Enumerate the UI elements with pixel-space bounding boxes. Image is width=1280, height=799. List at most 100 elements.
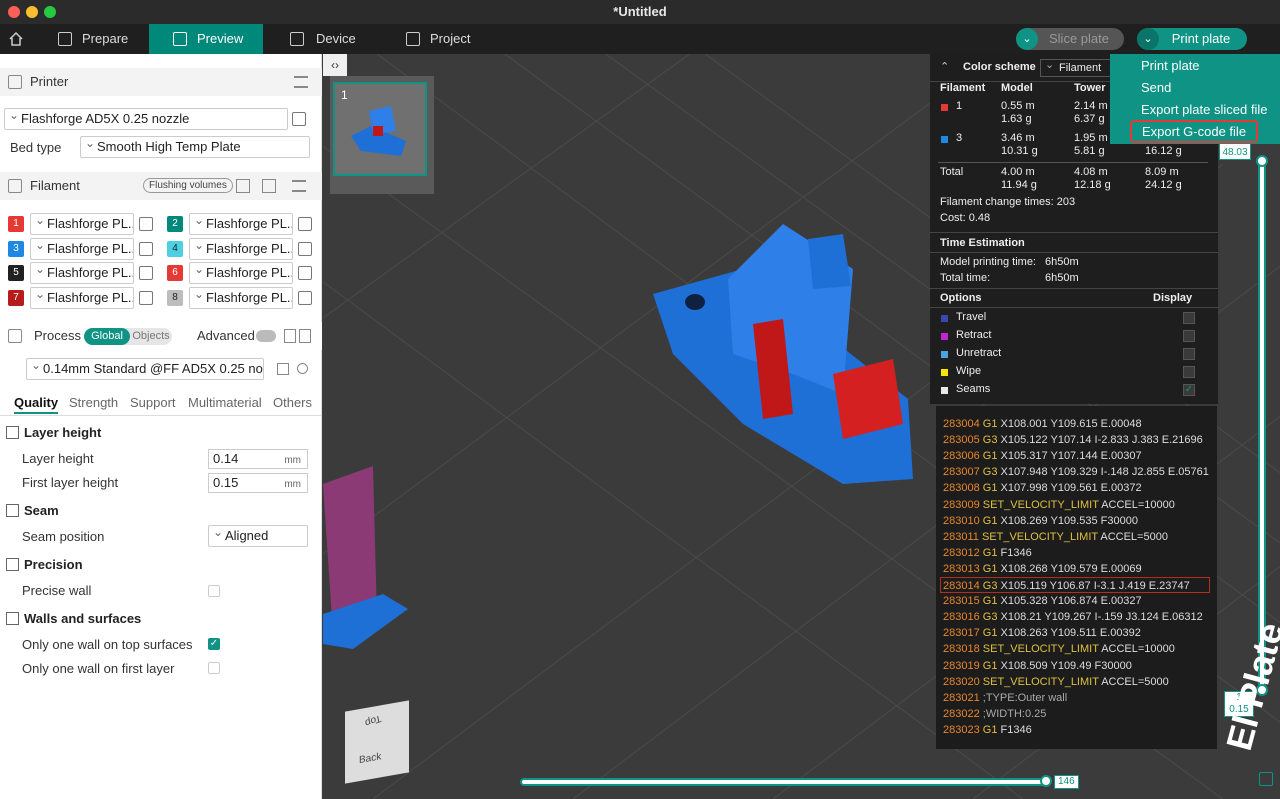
gcode-line[interactable]: 283021 ;TYPE:Outer wall — [943, 690, 1067, 706]
one-wall-top-checkbox[interactable]: ✓ — [208, 638, 220, 650]
objects-toggle[interactable]: Objects — [130, 328, 172, 345]
collapse-legend-icon[interactable]: ⌃ — [940, 60, 949, 73]
edit-filament-6-icon[interactable] — [298, 266, 312, 280]
home-icon[interactable] — [8, 31, 24, 47]
global-toggle[interactable]: Global — [84, 328, 130, 345]
layer-height-input[interactable]: 0.14 mm — [208, 449, 308, 469]
cube-top-face[interactable]: Top — [364, 712, 382, 728]
navigation-cube[interactable]: Top Back — [345, 700, 409, 784]
bed-type-select[interactable]: Smooth High Temp Plate — [80, 136, 310, 158]
filament-4-select[interactable]: Flashforge PL... — [189, 237, 293, 260]
gcode-line[interactable]: 283006 G1 X105.317 Y107.144 E.00307 — [943, 448, 1142, 464]
seam-position-select[interactable]: Aligned — [208, 525, 308, 547]
gcode-line[interactable]: 283013 G1 X108.268 Y109.579 E.00069 — [943, 561, 1142, 577]
one-wall-first-checkbox[interactable] — [208, 662, 220, 674]
gcode-line[interactable]: 283023 G1 F1346 — [943, 722, 1032, 738]
move-slider-handle[interactable] — [1040, 775, 1052, 787]
tab-others[interactable]: Others — [273, 395, 312, 410]
menu-export-gcode[interactable]: Export G-code file — [1130, 120, 1259, 143]
edit-printer-icon[interactable] — [292, 112, 306, 126]
process-scope-toggle[interactable]: Global Objects — [84, 328, 172, 345]
menu-export-plate-sliced[interactable]: Export plate sliced file — [1141, 102, 1267, 117]
gcode-line[interactable]: 283020 SET_VELOCITY_LIMIT ACCEL=5000 — [943, 674, 1169, 690]
ab-icon[interactable] — [299, 329, 311, 343]
edit-filament-4-icon[interactable] — [298, 241, 312, 256]
slice-plate-button[interactable]: ⌄ Slice plate — [1016, 28, 1124, 50]
filament-4-swatch[interactable]: 4 — [167, 240, 183, 257]
option-display-checkbox[interactable] — [1183, 330, 1195, 342]
menu-send[interactable]: Send — [1141, 80, 1171, 95]
tab-project[interactable]: Project — [398, 24, 498, 54]
print-dropdown-icon[interactable]: ⌄ — [1137, 28, 1159, 50]
filament-2-swatch[interactable]: 2 — [167, 216, 183, 232]
tab-support[interactable]: Support — [130, 395, 176, 410]
gcode-line[interactable]: 283009 SET_VELOCITY_LIMIT ACCEL=10000 — [943, 497, 1175, 513]
slice-dropdown-icon[interactable]: ⌄ — [1016, 28, 1038, 50]
gcode-line[interactable]: 283017 G1 X108.263 Y109.511 E.00392 — [943, 625, 1141, 641]
edit-filament-5-icon[interactable] — [139, 266, 153, 280]
filament-6-swatch[interactable]: 6 — [167, 265, 183, 281]
edit-filament-7-icon[interactable] — [139, 290, 153, 305]
option-display-checkbox[interactable] — [1183, 348, 1195, 360]
printer-settings-icon[interactable] — [294, 76, 308, 88]
gcode-viewer[interactable]: 283004 G1 X108.001 Y109.615 E.00048 28300… — [936, 406, 1217, 749]
gcode-line[interactable]: 283022 ;WIDTH:0.25 — [943, 706, 1046, 722]
close-window-button[interactable] — [8, 6, 20, 18]
tab-multimaterial[interactable]: Multimaterial — [188, 395, 262, 410]
benchy-model[interactable] — [653, 224, 913, 484]
edit-filament-1-icon[interactable] — [139, 217, 153, 231]
tab-prepare[interactable]: Prepare — [50, 24, 149, 54]
gcode-line[interactable]: 283005 G3 X105.122 Y107.14 I-2.833 J.383… — [943, 432, 1203, 448]
filament-7-select[interactable]: Flashforge PL... — [30, 286, 134, 309]
search-icon[interactable] — [297, 363, 308, 374]
filament-5-swatch[interactable]: 5 — [8, 265, 24, 281]
filament-3-swatch[interactable]: 3 — [8, 240, 24, 257]
edit-filament-3-icon[interactable] — [139, 241, 153, 256]
filament-2-select[interactable]: Flashforge PL... — [189, 213, 293, 235]
collapse-panel-button[interactable]: ‹› — [323, 54, 347, 76]
gcode-line[interactable]: 283016 G3 X108.21 Y109.267 I-.159 J3.124… — [943, 609, 1203, 625]
maximize-window-button[interactable] — [44, 6, 56, 18]
filament-5-select[interactable]: Flashforge PL... — [30, 262, 134, 284]
layer-slider[interactable] — [1258, 157, 1266, 692]
move-slider[interactable] — [520, 778, 1048, 786]
gcode-line[interactable]: 283019 G1 X108.509 Y109.49 F30000 — [943, 658, 1132, 674]
precise-wall-checkbox[interactable] — [208, 585, 220, 597]
layer-slider-top-handle[interactable] — [1256, 155, 1268, 167]
filament-settings-icon[interactable] — [292, 180, 306, 192]
gcode-line[interactable]: 283014 G3 X105.119 Y106.87 I-3.1 J.419 E… — [940, 577, 1210, 593]
option-display-checkbox[interactable]: ✓ — [1183, 384, 1195, 396]
process-preset-select[interactable]: 0.14mm Standard @FF AD5X 0.25 nozz... — [26, 358, 264, 380]
edit-filament-2-icon[interactable] — [298, 217, 312, 231]
option-display-checkbox[interactable] — [1183, 366, 1195, 378]
filament-7-swatch[interactable]: 7 — [8, 289, 24, 306]
print-plate-button[interactable]: ⌄ Print plate — [1137, 28, 1247, 50]
gcode-line[interactable]: 283007 G3 X107.948 Y109.329 I-.148 J2.85… — [943, 464, 1209, 480]
gcode-line[interactable]: 283010 G1 X108.269 Y109.535 F30000 — [943, 513, 1138, 529]
tab-preview[interactable]: Preview — [149, 24, 263, 54]
edit-filament-8-icon[interactable] — [298, 290, 312, 305]
menu-print-plate[interactable]: Print plate — [1141, 58, 1200, 73]
minimize-window-button[interactable] — [26, 6, 38, 18]
filament-3-select[interactable]: Flashforge PL... — [30, 237, 134, 260]
filament-8-select[interactable]: Flashforge PL... — [189, 286, 293, 309]
remove-filament-icon[interactable] — [262, 179, 276, 193]
first-layer-height-input[interactable]: 0.15 mm — [208, 473, 308, 493]
gcode-line[interactable]: 283004 G1 X108.001 Y109.615 E.00048 — [943, 416, 1142, 432]
save-preset-icon[interactable] — [277, 363, 289, 375]
filament-6-select[interactable]: Flashforge PL... — [189, 262, 293, 284]
tab-strength[interactable]: Strength — [69, 395, 118, 410]
advanced-switch[interactable] — [256, 330, 276, 342]
gcode-line[interactable]: 283018 SET_VELOCITY_LIMIT ACCEL=10000 — [943, 641, 1175, 657]
gcode-line[interactable]: 283011 SET_VELOCITY_LIMIT ACCEL=5000 — [943, 529, 1168, 545]
compare-icon[interactable] — [284, 329, 296, 343]
layers-legend-icon[interactable] — [1259, 772, 1273, 786]
color-scheme-select[interactable]: ⌄ Filament — [1040, 59, 1112, 77]
printer-select[interactable]: Flashforge AD5X 0.25 nozzle — [4, 108, 288, 130]
filament-1-select[interactable]: Flashforge PL... — [30, 213, 134, 235]
flushing-volumes-button[interactable]: Flushing volumes — [143, 178, 233, 193]
gcode-line[interactable]: 283008 G1 X107.998 Y109.561 E.00372 — [943, 480, 1142, 496]
filament-8-swatch[interactable]: 8 — [167, 289, 183, 306]
filament-1-swatch[interactable]: 1 — [8, 216, 24, 232]
option-display-checkbox[interactable] — [1183, 312, 1195, 324]
